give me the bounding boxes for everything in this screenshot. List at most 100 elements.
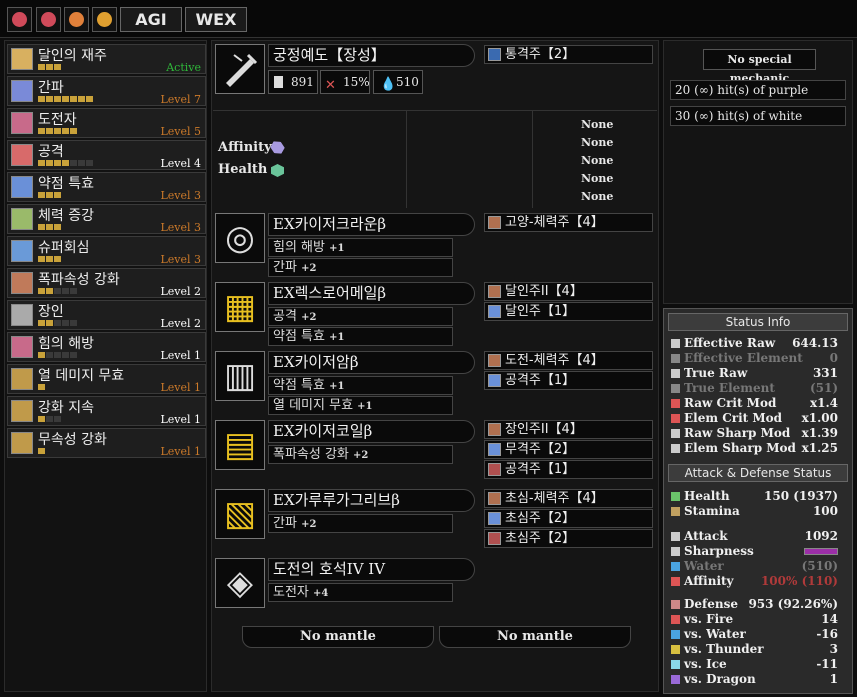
decoration-slot[interactable]: 무격주【2】	[484, 440, 653, 459]
decoration-slot[interactable]: 달인주II【4】	[484, 282, 653, 301]
decoration-slot[interactable]: 장인주II【4】	[484, 420, 653, 439]
armor-skill-level: +2	[301, 263, 317, 274]
agi-button[interactable]: AGI	[120, 7, 182, 32]
hits-purple: 20 (∞) hit(s) of purple	[670, 80, 846, 100]
skill-pip	[38, 416, 45, 422]
skill-row[interactable]: 장인 Level 2	[7, 300, 206, 330]
skill-pip	[70, 288, 77, 294]
decoration-slot[interactable]: 초심주【2】	[484, 529, 653, 548]
armor-name[interactable]: 도전의 호석IV IV	[268, 558, 475, 581]
decoration-slot[interactable]: 공격주【1】	[484, 371, 653, 390]
skill-name: 도전자	[38, 112, 77, 128]
weapon-name[interactable]: 궁정예도【장성】	[268, 44, 475, 67]
skill-pip	[70, 96, 77, 102]
armor-icon[interactable]: ▦	[215, 282, 265, 332]
stat-label: vs. Fire	[684, 612, 734, 626]
skill-pip	[62, 128, 69, 134]
armor-icon[interactable]: ▧	[215, 489, 265, 539]
decoration-slot[interactable]: 초심주【2】	[484, 509, 653, 528]
skill-row[interactable]: 체력 증강 Level 3	[7, 204, 206, 234]
mantle-slot-2[interactable]: No mantle	[439, 626, 631, 648]
armor-name[interactable]: EX카이저코일β	[268, 420, 475, 443]
armor-name[interactable]: EX가루루가그리브β	[268, 489, 475, 512]
status-row: Water (510)	[670, 559, 846, 574]
armor-skill: 폭파속성 강화 +2	[268, 445, 453, 464]
skill-pip	[38, 256, 45, 262]
water-drop-icon: 💧	[380, 77, 397, 92]
armor-skill: 열 데미지 무효 +1	[268, 396, 453, 415]
skill-row[interactable]: 열 데미지 무효 Level 1	[7, 364, 206, 394]
skill-row[interactable]: 힘의 해방 Level 1	[7, 332, 206, 362]
decoration-icon	[488, 285, 501, 298]
weapon-deco-slot[interactable]: 통격주【2】	[484, 45, 653, 64]
mantle-slot-1[interactable]: No mantle	[242, 626, 434, 648]
decoration-slot[interactable]: 초심-체력주【4】	[484, 489, 653, 508]
armor-icon[interactable]: ◈	[215, 558, 265, 608]
status-row: Raw Sharp Mod x1.39	[670, 426, 846, 441]
skill-pips	[38, 288, 78, 294]
skill-row[interactable]: 간파 Level 7	[7, 76, 206, 106]
wex-button[interactable]: WEX	[185, 7, 247, 32]
stat-value: (51)	[809, 381, 838, 395]
weapon-attack-value: 891	[291, 75, 314, 89]
skill-icon	[11, 368, 33, 390]
skill-row[interactable]: 무속성 강화 Level 1	[7, 428, 206, 458]
armor-name[interactable]: EX렉스로어메일β	[268, 282, 475, 305]
skill-icon	[11, 240, 33, 262]
stat-icon	[671, 532, 680, 541]
armor-skill: 힘의 해방 +1	[268, 238, 453, 257]
decoration-slot[interactable]: 도전-체력주【4】	[484, 351, 653, 370]
skull-icon[interactable]	[64, 7, 89, 32]
deco-label: 통격주【2】	[505, 47, 576, 62]
skill-pips	[38, 96, 94, 102]
skill-row[interactable]: 강화 지속 Level 1	[7, 396, 206, 426]
deco-label: 무격주【2】	[505, 442, 576, 457]
decoration-slot[interactable]: 달인주【1】	[484, 302, 653, 321]
skull-icon[interactable]	[36, 7, 61, 32]
none-value: None	[581, 172, 614, 185]
stat-value: 953 (92.26%)	[748, 597, 838, 611]
decoration-slot[interactable]: 공격주【1】	[484, 460, 653, 479]
armor-icon[interactable]: ▤	[215, 420, 265, 470]
skill-pip	[54, 416, 61, 422]
status-row: Elem Sharp Mod x1.25	[670, 441, 846, 456]
skill-pip	[62, 352, 69, 358]
skill-row[interactable]: 폭파속성 강화 Level 2	[7, 268, 206, 298]
skill-pip	[54, 64, 61, 70]
armor-icon[interactable]: ◎	[215, 213, 265, 263]
skill-pip	[46, 192, 53, 198]
skill-icon	[11, 304, 33, 326]
armor-skill-level: +4	[313, 588, 329, 599]
status-row: Stamina 100	[670, 504, 846, 519]
skill-name: 무속성 강화	[38, 432, 107, 448]
stat-value: 1092	[804, 529, 838, 543]
stat-icon	[671, 615, 680, 624]
skill-row[interactable]: 도전자 Level 5	[7, 108, 206, 138]
skill-row[interactable]: 달인의 재주 Active	[7, 44, 206, 74]
weapon-icon[interactable]	[215, 44, 265, 94]
skill-pip	[78, 160, 85, 166]
skill-pips	[38, 416, 62, 422]
decoration-icon	[488, 48, 501, 61]
stat-icon	[671, 399, 680, 408]
armor-skill-label: 열 데미지 무효	[273, 398, 354, 413]
skill-pips	[38, 192, 62, 198]
skull-icon[interactable]	[7, 7, 32, 32]
stat-value: (510)	[801, 559, 838, 573]
skill-level: Level 1	[160, 349, 201, 362]
skill-row[interactable]: 공격 Level 4	[7, 140, 206, 170]
weapon-element: 💧 510	[373, 70, 423, 94]
skull-icon[interactable]	[92, 7, 117, 32]
armor-name[interactable]: EX카이저크라운β	[268, 213, 475, 236]
armor-skill-label: 도전자	[273, 585, 309, 600]
skill-pip	[70, 320, 77, 326]
skill-level: Level 2	[160, 285, 201, 298]
skill-row[interactable]: 약점 특효 Level 3	[7, 172, 206, 202]
armor-skill-level: +2	[353, 450, 369, 461]
skill-row[interactable]: 슈퍼회심 Level 3	[7, 236, 206, 266]
skill-pip	[54, 256, 61, 262]
decoration-slot[interactable]: 고양-체력주【4】	[484, 213, 653, 232]
status-row: vs. Dragon 1	[670, 672, 846, 687]
armor-name[interactable]: EX카이저암β	[268, 351, 475, 374]
armor-icon[interactable]: ▥	[215, 351, 265, 401]
